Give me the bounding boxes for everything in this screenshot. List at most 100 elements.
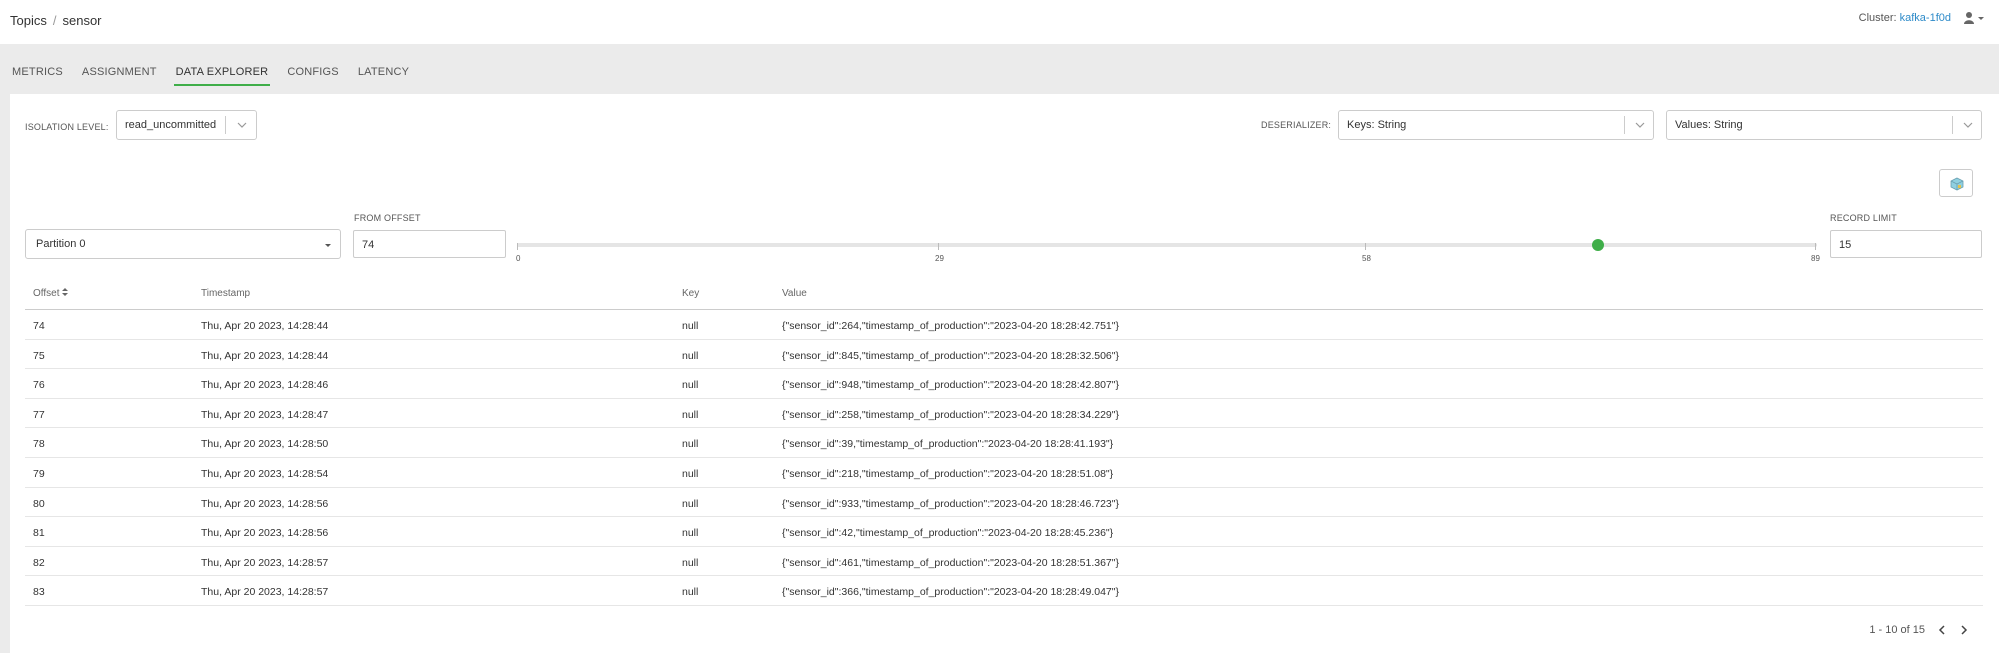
- slider-handle[interactable]: [1591, 239, 1604, 251]
- tab-assignment[interactable]: ASSIGNMENT: [80, 66, 159, 86]
- slider-tick-label: 0: [516, 254, 521, 263]
- timestamp-cell: Thu, Apr 20 2023, 14:28:56: [201, 497, 329, 510]
- offset-cell: 78: [33, 438, 45, 451]
- chevron-left-icon[interactable]: [1937, 625, 1947, 635]
- offset-slider[interactable]: 0 29 58 89: [516, 239, 1820, 271]
- keys-deserializer-value: Keys: String: [1347, 119, 1407, 131]
- slider-track: [517, 243, 1817, 247]
- slider-tick-label: 29: [935, 254, 944, 263]
- key-cell: null: [682, 349, 699, 362]
- cube-icon: [1950, 177, 1964, 191]
- key-cell: null: [682, 379, 699, 392]
- partition-value: Partition 0: [36, 238, 86, 250]
- timestamp-cell: Thu, Apr 20 2023, 14:28:44: [201, 349, 329, 362]
- slider-tick: [1815, 243, 1816, 250]
- value-cell: {"sensor_id":366,"timestamp_of_productio…: [782, 586, 1120, 599]
- column-header-offset[interactable]: Offset: [33, 288, 69, 299]
- offset-cell: 82: [33, 556, 45, 569]
- column-header-key: Key: [682, 288, 700, 299]
- pagination-summary: 1 - 10 of 15: [1869, 624, 1925, 636]
- table-header: Offset Timestamp Key Value: [25, 280, 1983, 310]
- key-cell: null: [682, 497, 699, 510]
- chevron-right-icon[interactable]: [1959, 625, 1969, 635]
- value-cell: {"sensor_id":42,"timestamp_of_production…: [782, 527, 1114, 540]
- slider-tick-label: 58: [1362, 254, 1371, 263]
- select-divider: [225, 116, 226, 134]
- table-body: 74 Thu, Apr 20 2023, 14:28:44 null {"sensor…: [25, 310, 1983, 606]
- deserializer-label: DESERIALIZER:: [1261, 120, 1332, 130]
- column-header-label: Offset: [33, 288, 60, 299]
- column-header-value: Value: [782, 288, 807, 299]
- timestamp-cell: Thu, Apr 20 2023, 14:28:46: [201, 379, 329, 392]
- select-divider: [1952, 116, 1953, 134]
- values-deserializer-select[interactable]: Values: String: [1666, 110, 1982, 140]
- table-row[interactable]: 81 Thu, Apr 20 2023, 14:28:56 null {"sensor…: [25, 517, 1983, 547]
- sort-icon: [62, 288, 69, 296]
- slider-tick: [1365, 243, 1366, 250]
- user-menu-icon[interactable]: [1963, 11, 1985, 25]
- cluster-indicator: Cluster: kafka-1f0d: [1859, 12, 1951, 24]
- table-row[interactable]: 77 Thu, Apr 20 2023, 14:28:47 null {"sensor…: [25, 399, 1983, 429]
- slider-tick: [938, 243, 939, 250]
- tab-configs[interactable]: CONFIGS: [285, 66, 341, 86]
- tab-latency[interactable]: LATENCY: [356, 66, 411, 86]
- cluster-label: Cluster:: [1858, 12, 1897, 24]
- isolation-level-select[interactable]: read_uncommitted: [116, 110, 257, 140]
- chevron-down-icon: [1635, 122, 1645, 128]
- value-cell: {"sensor_id":258,"timestamp_of_productio…: [782, 408, 1120, 421]
- cluster-link[interactable]: kafka-1f0d: [1900, 12, 1951, 24]
- key-cell: null: [682, 438, 699, 451]
- timestamp-cell: Thu, Apr 20 2023, 14:28:44: [201, 320, 329, 332]
- value-cell: {"sensor_id":218,"timestamp_of_productio…: [782, 467, 1114, 480]
- chevron-down-icon: [1963, 122, 1973, 128]
- value-cell: {"sensor_id":264,"timestamp_of_productio…: [782, 320, 1120, 332]
- pagination: 1 - 10 of 15: [1869, 624, 1969, 636]
- offset-cell: 77: [33, 408, 45, 421]
- offset-cell: 76: [33, 379, 45, 392]
- value-cell: {"sensor_id":845,"timestamp_of_productio…: [782, 349, 1120, 362]
- breadcrumb: Topics / sensor: [10, 13, 102, 28]
- caret-down-icon: [325, 244, 331, 247]
- table-row[interactable]: 78 Thu, Apr 20 2023, 14:28:50 null {"sensor…: [25, 428, 1983, 458]
- offset-cell: 75: [33, 349, 45, 362]
- value-cell: {"sensor_id":933,"timestamp_of_productio…: [782, 497, 1120, 510]
- timestamp-cell: Thu, Apr 20 2023, 14:28:57: [201, 586, 329, 599]
- table-row[interactable]: 75 Thu, Apr 20 2023, 14:28:44 null {"sensor…: [25, 340, 1983, 370]
- keys-deserializer-select[interactable]: Keys: String: [1338, 110, 1654, 140]
- table-row[interactable]: 79 Thu, Apr 20 2023, 14:28:54 null {"sensor…: [25, 458, 1983, 488]
- tab-data-explorer[interactable]: DATA EXPLORER: [173, 66, 271, 86]
- tab-metrics[interactable]: METRICS: [10, 66, 65, 86]
- timestamp-cell: Thu, Apr 20 2023, 14:28:57: [201, 556, 329, 569]
- export-button[interactable]: [1939, 169, 1973, 197]
- messages-table: Offset Timestamp Key Value 74 Thu, Apr 20…: [25, 280, 1983, 606]
- value-cell: {"sensor_id":948,"timestamp_of_productio…: [782, 379, 1120, 392]
- offset-cell: 81: [33, 527, 45, 540]
- offset-cell: 74: [33, 320, 45, 332]
- breadcrumb-current: sensor: [62, 13, 102, 28]
- timestamp-cell: Thu, Apr 20 2023, 14:28:47: [201, 408, 329, 421]
- table-row[interactable]: 82 Thu, Apr 20 2023, 14:28:57 null {"sensor…: [25, 547, 1983, 577]
- offset-cell: 79: [33, 467, 45, 480]
- table-row[interactable]: 83 Thu, Apr 20 2023, 14:28:57 null {"sensor…: [25, 576, 1983, 606]
- select-divider: [1624, 116, 1625, 134]
- slider-tick: [517, 243, 518, 250]
- from-offset-label: FROM OFFSET: [354, 213, 421, 223]
- table-row[interactable]: 80 Thu, Apr 20 2023, 14:28:56 null {"sensor…: [25, 488, 1983, 518]
- table-row[interactable]: 74 Thu, Apr 20 2023, 14:28:44 null {"sensor…: [25, 310, 1983, 340]
- key-cell: null: [682, 527, 699, 540]
- key-cell: null: [682, 556, 699, 569]
- breadcrumb-topics-link[interactable]: Topics: [10, 13, 47, 28]
- key-cell: null: [682, 586, 699, 599]
- from-offset-input[interactable]: 74: [353, 230, 506, 258]
- breadcrumb-separator: /: [52, 13, 57, 28]
- offset-cell: 80: [33, 497, 45, 510]
- values-deserializer-value: Values: String: [1675, 119, 1743, 131]
- record-limit-input[interactable]: 15: [1830, 230, 1982, 258]
- record-limit-label: RECORD LIMIT: [1830, 213, 1897, 223]
- partition-select[interactable]: Partition 0: [25, 229, 341, 259]
- key-cell: null: [682, 320, 699, 332]
- table-row[interactable]: 76 Thu, Apr 20 2023, 14:28:46 null {"sensor…: [25, 369, 1983, 399]
- column-header-timestamp: Timestamp: [201, 288, 251, 299]
- timestamp-cell: Thu, Apr 20 2023, 14:28:56: [201, 527, 329, 540]
- isolation-level-value: read_uncommitted: [125, 119, 217, 131]
